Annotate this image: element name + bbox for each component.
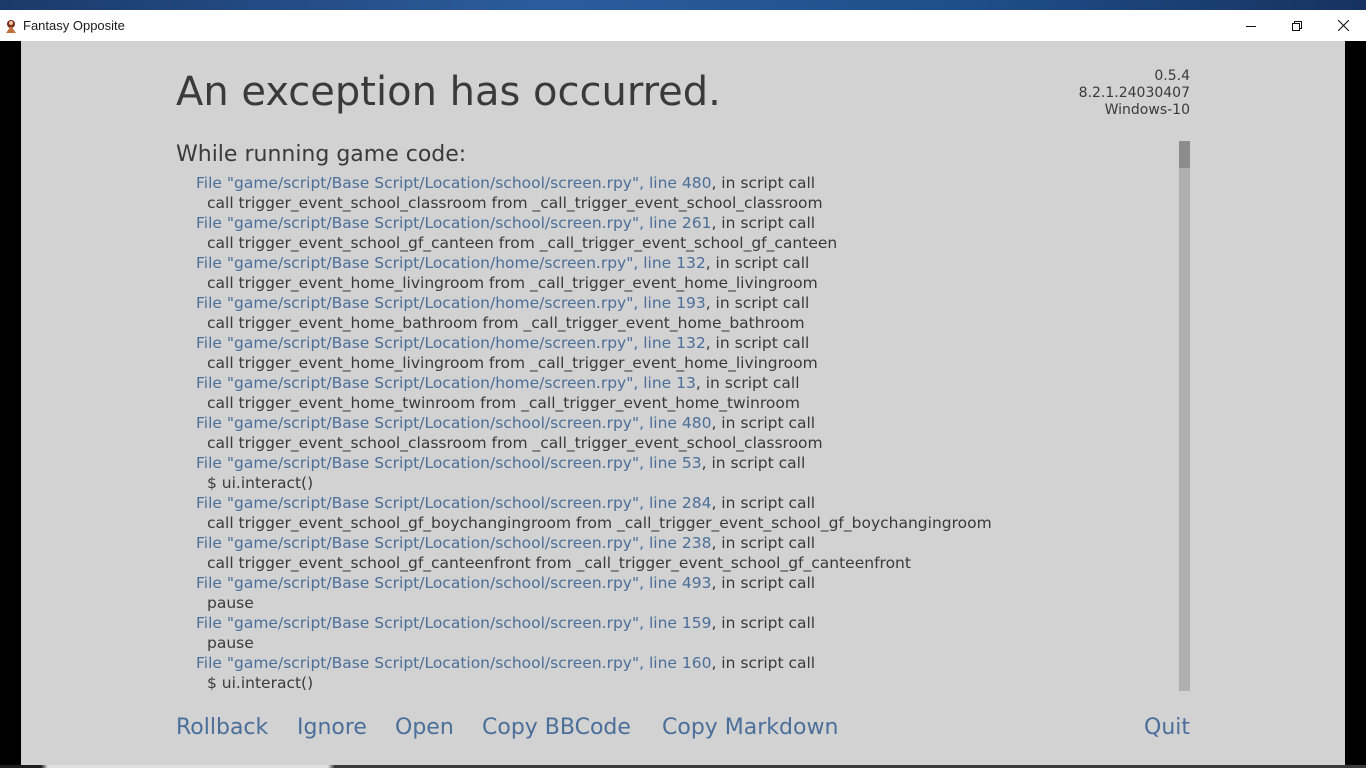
window-titlebar: Fantasy Opposite	[0, 10, 1366, 41]
letterbox-left	[0, 41, 21, 768]
traceback-file-line: File "game/script/Base Script/Location/s…	[196, 413, 1156, 433]
close-button[interactable]	[1320, 10, 1366, 41]
traceback-scrollbar[interactable]	[1179, 141, 1190, 691]
action-bar: Rollback Ignore Open Copy BBCode Copy Ma…	[176, 715, 1190, 747]
restore-icon	[1292, 20, 1302, 31]
copy-bbcode-button[interactable]: Copy BBCode	[482, 715, 631, 740]
desktop-background-strip	[0, 0, 1366, 10]
traceback-file-line: File "game/script/Base Script/Location/h…	[196, 253, 1156, 273]
traceback-code-line: call trigger_event_home_livingroom from …	[207, 274, 818, 292]
window-title: Fantasy Opposite	[23, 18, 125, 33]
close-icon	[1337, 20, 1349, 31]
traceback-file-link[interactable]: File "game/script/Base Script/Location/h…	[196, 374, 696, 392]
traceback-code-line: call trigger_event_school_gf_boychanging…	[207, 514, 992, 532]
engine-version: 8.2.1.24030407	[1078, 85, 1190, 101]
letterbox-right	[1345, 41, 1366, 768]
traceback-file-link[interactable]: File "game/script/Base Script/Location/s…	[196, 414, 711, 432]
version-info: 0.5.4 8.2.1.24030407 Windows-10	[1079, 68, 1190, 119]
traceback-location-text: , in script call	[711, 534, 816, 552]
game-version: 0.5.4	[1154, 68, 1190, 84]
traceback-file-link[interactable]: File "game/script/Base Script/Location/s…	[196, 654, 711, 672]
traceback-code-line: call trigger_event_school_classroom from…	[207, 194, 823, 212]
traceback-location-text: , in script call	[711, 174, 816, 192]
exception-screen: An exception has occurred. 0.5.4 8.2.1.2…	[21, 41, 1345, 768]
traceback-code-line: pause	[207, 634, 254, 652]
minimize-button[interactable]	[1228, 10, 1274, 41]
scrollbar-thumb[interactable]	[1179, 141, 1190, 168]
traceback-code-line: call trigger_event_school_gf_canteenfron…	[207, 554, 911, 572]
traceback-location-text: , in script call	[711, 214, 816, 232]
traceback-code-line: call trigger_event_school_gf_canteen fro…	[207, 234, 838, 252]
traceback-code-line: call trigger_event_home_livingroom from …	[207, 354, 818, 372]
traceback-location-text: , in script call	[711, 414, 816, 432]
restore-button[interactable]	[1274, 10, 1320, 41]
traceback-location-text: , in script call	[705, 254, 810, 272]
traceback-location-text: , in script call	[711, 494, 816, 512]
exception-context: While running game code:	[176, 142, 467, 167]
traceback: File "game/script/Base Script/Location/s…	[196, 173, 1156, 693]
traceback-file-link[interactable]: File "game/script/Base Script/Location/s…	[196, 494, 711, 512]
traceback-location-text: , in script call	[711, 654, 816, 672]
exception-title: An exception has occurred.	[176, 69, 721, 115]
traceback-file-link[interactable]: File "game/script/Base Script/Location/s…	[196, 574, 711, 592]
traceback-file-link[interactable]: File "game/script/Base Script/Location/s…	[196, 174, 711, 192]
traceback-file-link[interactable]: File "game/script/Base Script/Location/h…	[196, 294, 706, 312]
traceback-file-line: File "game/script/Base Script/Location/s…	[196, 613, 1156, 633]
traceback-file-line: File "game/script/Base Script/Location/s…	[196, 453, 1156, 473]
traceback-code-line: $ ui.interact()	[207, 474, 314, 492]
traceback-code-line: call trigger_event_school_classroom from…	[207, 434, 823, 452]
rollback-button[interactable]: Rollback	[176, 715, 268, 740]
traceback-file-line: File "game/script/Base Script/Location/s…	[196, 533, 1156, 553]
traceback-file-link[interactable]: File "game/script/Base Script/Location/s…	[196, 454, 702, 472]
traceback-file-line: File "game/script/Base Script/Location/s…	[196, 213, 1156, 233]
traceback-location-text: , in script call	[705, 294, 810, 312]
traceback-file-line: File "game/script/Base Script/Location/s…	[196, 173, 1156, 193]
traceback-file-link[interactable]: File "game/script/Base Script/Location/s…	[196, 534, 711, 552]
traceback-file-line: File "game/script/Base Script/Location/h…	[196, 373, 1156, 393]
traceback-code-line: call trigger_event_home_twinroom from _c…	[207, 394, 800, 412]
platform-version: Windows-10	[1104, 102, 1190, 118]
traceback-location-text: , in script call	[695, 374, 800, 392]
traceback-file-line: File "game/script/Base Script/Location/s…	[196, 653, 1156, 673]
traceback-location-text: , in script call	[701, 454, 806, 472]
traceback-location-text: , in script call	[705, 334, 810, 352]
traceback-file-line: File "game/script/Base Script/Location/s…	[196, 573, 1156, 593]
window-controls	[1228, 10, 1366, 41]
quit-button[interactable]: Quit	[1144, 715, 1190, 740]
traceback-code-line: call trigger_event_home_bathroom from _c…	[207, 314, 805, 332]
traceback-code-line: $ ui.interact()	[207, 674, 314, 692]
app-icon	[3, 18, 19, 34]
traceback-file-link[interactable]: File "game/script/Base Script/Location/s…	[196, 614, 711, 632]
copy-markdown-button[interactable]: Copy Markdown	[662, 715, 838, 740]
traceback-file-link[interactable]: File "game/script/Base Script/Location/h…	[196, 334, 706, 352]
traceback-code-line: pause	[207, 594, 254, 612]
minimize-icon	[1246, 25, 1256, 27]
traceback-file-link[interactable]: File "game/script/Base Script/Location/h…	[196, 254, 706, 272]
traceback-file-line: File "game/script/Base Script/Location/s…	[196, 493, 1156, 513]
traceback-file-link[interactable]: File "game/script/Base Script/Location/s…	[196, 214, 711, 232]
traceback-file-line: File "game/script/Base Script/Location/h…	[196, 333, 1156, 353]
ignore-button[interactable]: Ignore	[297, 715, 367, 740]
traceback-location-text: , in script call	[711, 614, 816, 632]
traceback-location-text: , in script call	[711, 574, 816, 592]
open-button[interactable]: Open	[395, 715, 454, 740]
traceback-file-line: File "game/script/Base Script/Location/h…	[196, 293, 1156, 313]
